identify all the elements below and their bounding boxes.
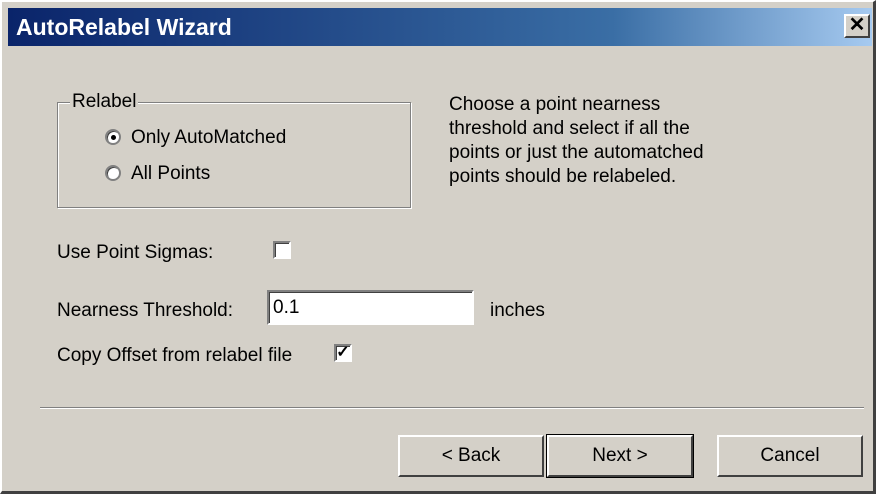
button-separator	[40, 407, 864, 409]
units-label: inches	[490, 300, 545, 321]
all-points-label[interactable]: All Points	[131, 163, 210, 185]
use-point-sigmas-checkbox[interactable]	[273, 241, 291, 259]
copy-offset-checkbox[interactable]: ✓	[334, 344, 352, 362]
use-point-sigmas-label: Use Point Sigmas:	[57, 242, 214, 263]
description-line-4: points should be relabeled.	[449, 166, 677, 187]
autorelabel-wizard-dialog: AutoRelabel Wizard ✕ Relabel Only AutoMa…	[0, 0, 876, 494]
radio-selected-dot	[111, 135, 116, 140]
description-line-1: Choose a point nearness	[449, 94, 661, 115]
relabel-group	[57, 102, 411, 208]
back-button[interactable]: < Back	[398, 435, 544, 477]
only-automatched-radio[interactable]	[105, 129, 121, 145]
close-icon[interactable]: ✕	[844, 14, 870, 38]
description-line-2: threshold and select if all the	[449, 118, 690, 139]
all-points-radio[interactable]	[105, 165, 121, 181]
nearness-threshold-label: Nearness Threshold:	[57, 300, 234, 321]
only-automatched-label[interactable]: Only AutoMatched	[131, 127, 286, 149]
relabel-group-legend: Relabel	[70, 91, 139, 113]
copy-offset-label: Copy Offset from relabel file	[57, 345, 293, 366]
next-button[interactable]: Next >	[546, 434, 694, 478]
title-bar[interactable]: AutoRelabel Wizard ✕	[8, 8, 872, 46]
description-line-3: points or just the automatched	[449, 142, 704, 163]
nearness-threshold-input[interactable]	[267, 290, 474, 325]
cancel-button[interactable]: Cancel	[717, 435, 863, 477]
window-title: AutoRelabel Wizard	[16, 14, 232, 40]
